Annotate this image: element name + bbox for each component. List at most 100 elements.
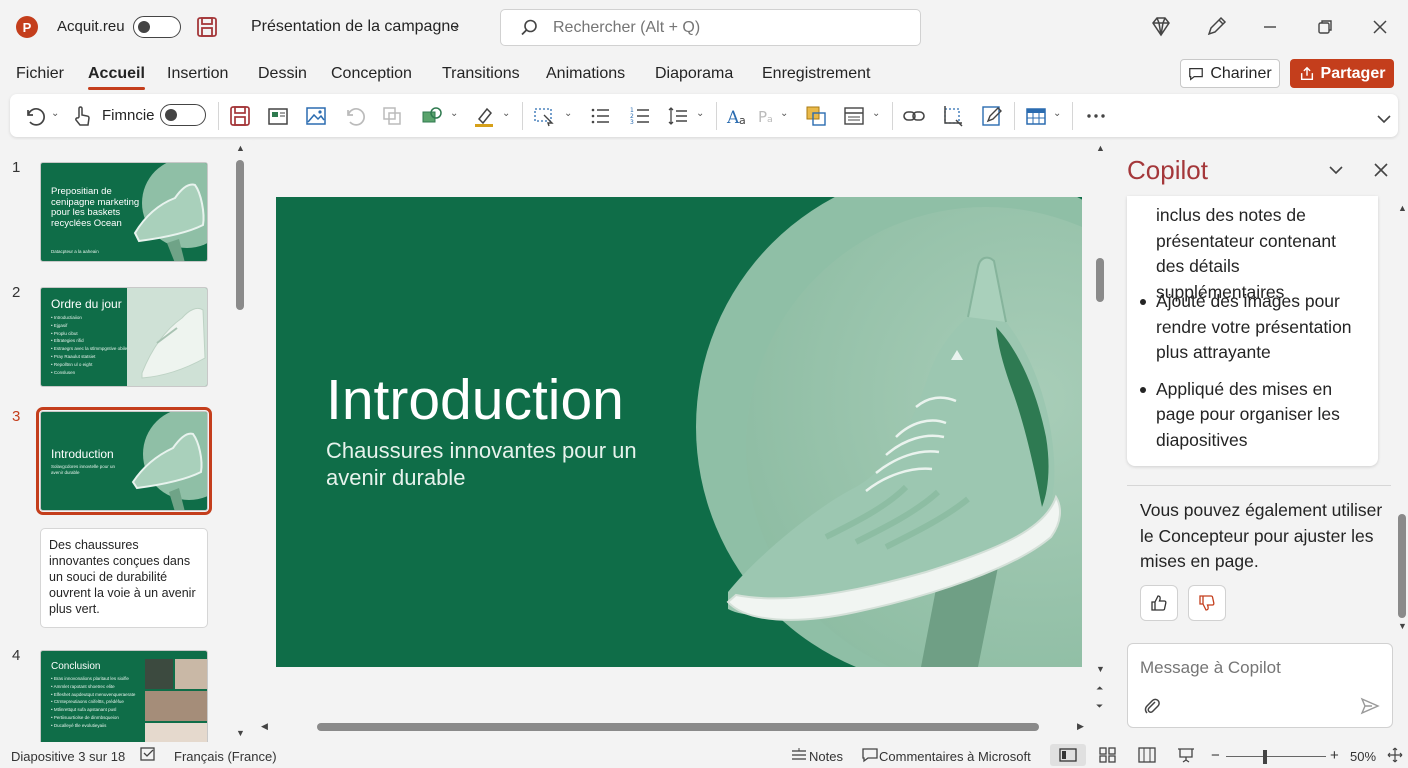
thumbnail-scrollbar[interactable] (236, 160, 244, 310)
line-spacing-chevron-icon[interactable]: ⌄ (696, 108, 704, 119)
scroll-left-icon[interactable]: ◀ (261, 721, 268, 732)
slideshow-icon[interactable] (1177, 747, 1195, 763)
numbering-icon[interactable]: 123 (628, 104, 652, 128)
tab-dessin[interactable]: Dessin (258, 65, 307, 83)
search-input[interactable] (553, 17, 903, 39)
attach-icon[interactable] (1142, 696, 1162, 716)
highlight-icon[interactable] (472, 104, 496, 128)
comments-status-button[interactable]: Commentaires à Microsoft (879, 749, 1031, 764)
scroll-up-icon[interactable]: ▲ (236, 143, 245, 153)
close-icon[interactable] (1367, 14, 1393, 40)
sneaker-image[interactable] (706, 237, 1082, 667)
scroll-up-icon[interactable]: ▲ (1096, 143, 1105, 153)
arrange-icon[interactable] (804, 104, 828, 128)
save-icon[interactable] (228, 104, 252, 128)
copilot-message-input[interactable] (1140, 656, 1380, 680)
tab-transitions[interactable]: Transitions (442, 65, 520, 83)
ribbon-toggle[interactable] (160, 104, 206, 126)
select-icon[interactable] (532, 104, 556, 128)
editor-vertical-scrollbar[interactable] (1096, 258, 1104, 302)
list-item: Ducalleyé tlle evolutieyaiis (51, 722, 135, 730)
undo-chevron-icon[interactable]: ⌄ (51, 108, 59, 119)
notes-button[interactable]: Notes (809, 749, 843, 764)
search-box[interactable] (500, 9, 921, 46)
crop-icon[interactable] (940, 104, 964, 128)
normal-view-icon[interactable] (1059, 747, 1077, 763)
text-effects-icon[interactable]: Aa (726, 104, 750, 128)
save-icon[interactable] (196, 16, 218, 38)
close-icon[interactable] (1371, 160, 1391, 180)
tab-fichier[interactable]: Fichier (16, 65, 64, 83)
picture-icon[interactable] (304, 104, 328, 128)
reading-view-icon[interactable] (1138, 747, 1156, 763)
speaker-notes-card[interactable]: Des chaussures innovantes conçues dans u… (40, 528, 208, 628)
thumbnail-title: Conclusion (51, 661, 101, 672)
slide-title[interactable]: Introduction (326, 367, 624, 433)
pen-icon[interactable] (1203, 14, 1229, 40)
zoom-out-button[interactable]: − (1211, 747, 1220, 764)
chevron-down-icon[interactable] (1326, 160, 1346, 180)
paragraph-chevron-icon[interactable]: ⌄ (780, 108, 788, 119)
tab-accueil[interactable]: Accueil (88, 65, 145, 90)
autosave-toggle[interactable] (133, 16, 181, 38)
restore-icon[interactable] (1312, 14, 1338, 40)
slide-thumbnail-3[interactable]: Introduction Solavgcdores innovtelle pou… (36, 407, 212, 515)
shapes-chevron-icon[interactable]: ⌄ (450, 108, 458, 119)
select-chevron-icon[interactable]: ⌄ (564, 108, 572, 119)
tab-animations[interactable]: Animations (546, 65, 625, 83)
copilot-message-box[interactable] (1127, 643, 1393, 728)
new-slide-icon[interactable] (266, 104, 290, 128)
more-options-icon[interactable] (1084, 104, 1108, 128)
editor-horizontal-scrollbar[interactable] (317, 723, 1039, 731)
slide-thumbnail-4[interactable]: Conclusion Bras innovonalions plaritaut … (40, 650, 208, 742)
accessibility-check-icon[interactable] (140, 747, 158, 763)
share-button[interactable]: Partager (1290, 59, 1394, 88)
highlight-chevron-icon[interactable]: ⌄ (502, 108, 510, 119)
tab-insertion[interactable]: Insertion (167, 65, 228, 83)
comments-button[interactable]: Chariner (1180, 59, 1280, 88)
slide-thumbnail-1[interactable]: Prepositian de cenipagne marketing pour … (40, 162, 208, 262)
scroll-down-icon[interactable]: ▼ (1398, 621, 1407, 631)
thumbnail-bullet-list: Bras innovonalions plaritaut les sioifle… (51, 675, 136, 730)
chevron-down-icon[interactable]: ⌄ (451, 18, 461, 32)
bullets-icon[interactable] (588, 104, 612, 128)
tab-enregistrement[interactable]: Enregistrement (762, 65, 871, 83)
shapes-icon[interactable] (420, 104, 444, 128)
fit-to-window-icon[interactable] (1386, 747, 1404, 763)
minimize-icon[interactable] (1257, 14, 1283, 40)
designer-icon[interactable] (980, 104, 1004, 128)
language-indicator[interactable]: Français (France) (174, 749, 277, 764)
thumbs-down-button[interactable] (1188, 585, 1226, 621)
layout-chevron-icon[interactable]: ⌄ (872, 108, 880, 119)
undo-icon[interactable] (22, 104, 46, 128)
send-icon[interactable] (1360, 696, 1380, 716)
current-slide[interactable]: Introduction Chaussures innovantes pour … (276, 197, 1082, 667)
slide-sorter-icon[interactable] (1099, 747, 1117, 763)
previous-slide-icon[interactable]: ⏶ (1096, 683, 1103, 694)
slide-subtitle[interactable]: Chaussures innovantes pour un avenir dur… (326, 437, 676, 491)
touch-mode-icon[interactable] (70, 104, 94, 128)
list-item: Conslusen (51, 369, 127, 377)
thumbs-up-button[interactable] (1140, 585, 1178, 621)
tab-conception[interactable]: Conception (331, 65, 412, 83)
expand-ribbon-chevron-icon[interactable] (1372, 107, 1396, 131)
document-title[interactable]: Présentation de la campagne (251, 18, 459, 36)
diamond-icon[interactable] (1148, 14, 1174, 40)
slide-thumbnail-2[interactable]: Ordre du jour Introductiaiion Ejgasif Pr… (40, 287, 208, 387)
link-icon[interactable] (902, 104, 926, 128)
scroll-right-icon[interactable]: ▶ (1077, 721, 1084, 732)
scroll-up-icon[interactable]: ▲ (1398, 203, 1407, 213)
scroll-down-icon[interactable]: ▼ (1096, 664, 1105, 674)
table-chevron-icon[interactable]: ⌄ (1053, 108, 1061, 119)
tab-diaporama[interactable]: Diaporama (655, 65, 733, 83)
zoom-in-button[interactable]: + (1330, 747, 1339, 764)
zoom-level[interactable]: 50% (1350, 749, 1376, 764)
scroll-down-icon[interactable]: ▼ (236, 728, 245, 738)
zoom-slider-thumb[interactable] (1263, 750, 1267, 764)
layout-icon[interactable] (842, 104, 866, 128)
next-slide-icon[interactable]: ⏷ (1096, 701, 1103, 712)
zoom-slider-track[interactable] (1226, 756, 1326, 757)
table-icon[interactable] (1024, 104, 1048, 128)
copilot-scrollbar[interactable] (1398, 514, 1406, 618)
line-spacing-icon[interactable] (666, 104, 690, 128)
